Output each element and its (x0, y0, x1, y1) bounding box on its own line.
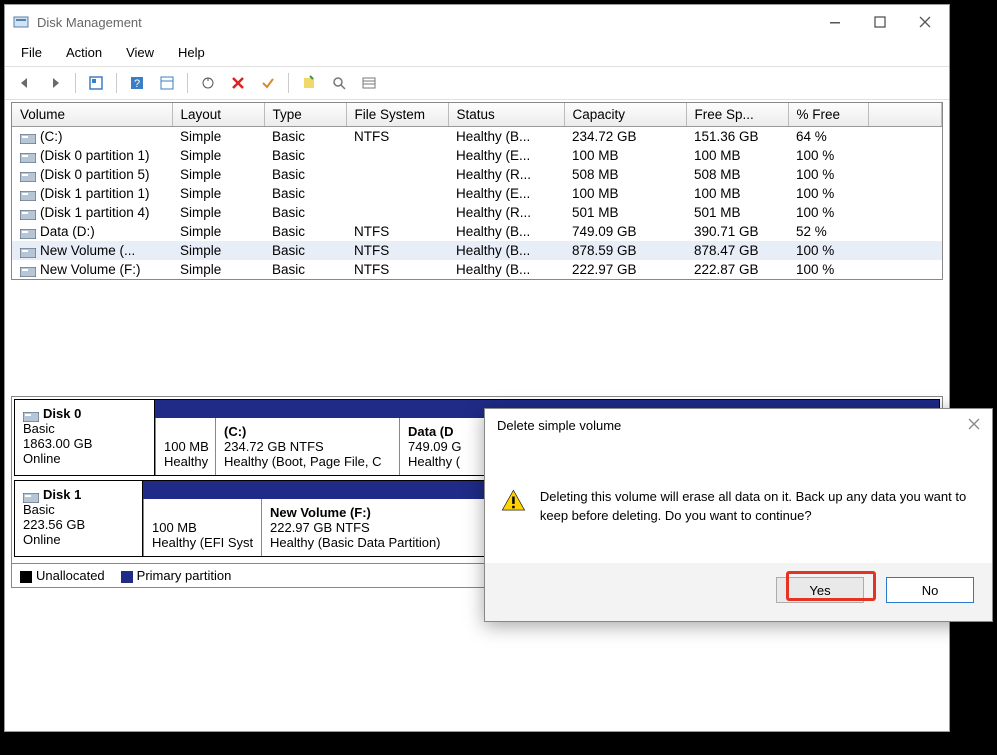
delete-icon[interactable] (226, 71, 250, 95)
volume-row[interactable]: New Volume (...SimpleBasicNTFSHealthy (B… (12, 241, 942, 260)
forward-button[interactable] (43, 71, 67, 95)
warning-icon (501, 489, 526, 525)
volume-row[interactable]: (Disk 1 partition 1)SimpleBasicHealthy (… (12, 184, 942, 203)
disk-state: Online (23, 532, 61, 547)
disk-name: Disk 0 (43, 406, 81, 421)
volume-icon (20, 132, 36, 142)
maximize-button[interactable] (857, 7, 902, 37)
volume-row[interactable]: (Disk 0 partition 1)SimpleBasicHealthy (… (12, 146, 942, 165)
svg-text:?: ? (134, 78, 140, 90)
column-header[interactable]: Status (448, 103, 564, 127)
volume-icon (20, 170, 36, 180)
no-button[interactable]: No (886, 577, 974, 603)
column-header[interactable]: Volume (12, 103, 172, 127)
check-icon[interactable] (256, 71, 280, 95)
settings-icon[interactable] (155, 71, 179, 95)
legend-primary-swatch (121, 571, 133, 583)
new-icon[interactable] (297, 71, 321, 95)
window-title: Disk Management (37, 15, 812, 30)
volume-row[interactable]: New Volume (F:)SimpleBasicNTFSHealthy (B… (12, 260, 942, 279)
menubar: File Action View Help (5, 39, 949, 67)
partition[interactable]: Data (D749.09 GHealthy ( (399, 418, 471, 475)
column-header[interactable]: Type (264, 103, 346, 127)
volume-table[interactable]: VolumeLayoutTypeFile SystemStatusCapacit… (11, 102, 943, 280)
column-header[interactable]: Capacity (564, 103, 686, 127)
column-header[interactable]: % Free (788, 103, 868, 127)
disk-management-window: Disk Management File Action View Help ? … (4, 4, 950, 732)
close-button[interactable] (902, 7, 947, 37)
refresh-icon[interactable] (84, 71, 108, 95)
menu-view[interactable]: View (116, 41, 164, 64)
toolbar: ? (5, 67, 949, 100)
search-icon[interactable] (327, 71, 351, 95)
dialog-close-icon[interactable] (968, 417, 980, 433)
volume-icon (20, 208, 36, 218)
list-icon[interactable] (357, 71, 381, 95)
dialog-title: Delete simple volume (497, 418, 968, 433)
dialog-message: Deleting this volume will erase all data… (540, 488, 976, 526)
back-button[interactable] (13, 71, 37, 95)
partition[interactable]: 100 MBHealthy (155, 418, 215, 475)
column-header[interactable]: Layout (172, 103, 264, 127)
disk-icon (23, 491, 39, 501)
action-icon[interactable] (196, 71, 220, 95)
app-icon (13, 14, 29, 30)
partition[interactable]: 100 MBHealthy (EFI Syst (143, 499, 261, 556)
disk-icon (23, 410, 39, 420)
legend-unallocated-label: Unallocated (36, 568, 105, 583)
titlebar: Disk Management (5, 5, 949, 39)
disk-state: Online (23, 451, 61, 466)
menu-action[interactable]: Action (56, 41, 112, 64)
help-icon[interactable]: ? (125, 71, 149, 95)
minimize-button[interactable] (812, 7, 857, 37)
volume-row[interactable]: (Disk 1 partition 4)SimpleBasicHealthy (… (12, 203, 942, 222)
volume-icon (20, 227, 36, 237)
volume-row[interactable]: (C:)SimpleBasicNTFSHealthy (B...234.72 G… (12, 127, 942, 147)
disk-size: 223.56 GB (23, 517, 85, 532)
volume-row[interactable]: (Disk 0 partition 5)SimpleBasicHealthy (… (12, 165, 942, 184)
volume-icon (20, 151, 36, 161)
delete-volume-dialog: Delete simple volume Deleting this volum… (484, 408, 993, 622)
disk-size: 1863.00 GB (23, 436, 92, 451)
volume-icon (20, 265, 36, 275)
yes-button[interactable]: Yes (776, 577, 864, 603)
volume-icon (20, 246, 36, 256)
disk-kind: Basic (23, 421, 55, 436)
menu-help[interactable]: Help (168, 41, 215, 64)
legend-primary-label: Primary partition (137, 568, 232, 583)
volume-icon (20, 189, 36, 199)
legend-unallocated-swatch (20, 571, 32, 583)
disk-name: Disk 1 (43, 487, 81, 502)
volume-row[interactable]: Data (D:)SimpleBasicNTFSHealthy (B...749… (12, 222, 942, 241)
column-header[interactable]: File System (346, 103, 448, 127)
menu-file[interactable]: File (11, 41, 52, 64)
disk-kind: Basic (23, 502, 55, 517)
partition[interactable]: (C:)234.72 GB NTFSHealthy (Boot, Page Fi… (215, 418, 399, 475)
column-header[interactable]: Free Sp... (686, 103, 788, 127)
